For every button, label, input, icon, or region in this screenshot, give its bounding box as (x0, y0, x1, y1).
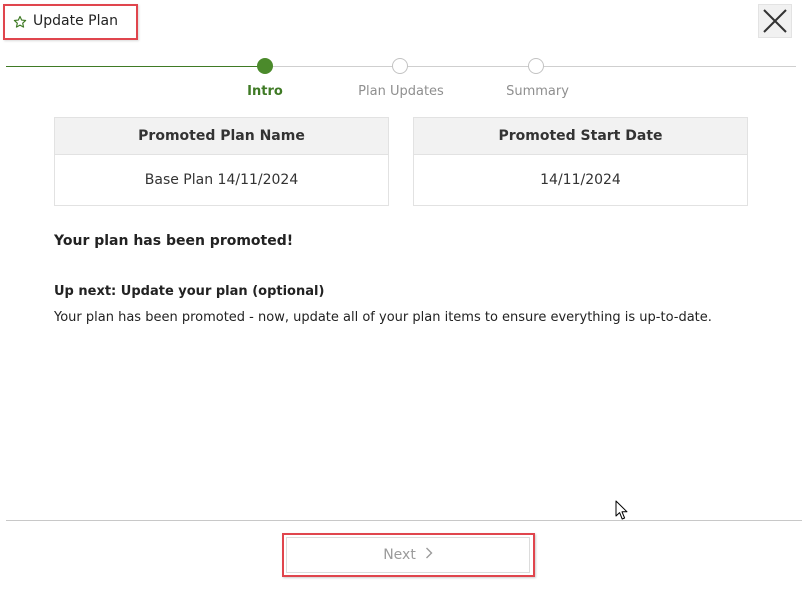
promoted-start-date-value: 14/11/2024 (540, 171, 621, 188)
promoted-start-date-table: Promoted Start Date 14/11/2024 (413, 117, 748, 206)
mouse-cursor-icon (615, 500, 628, 525)
promoted-plan-name-value: Base Plan 14/11/2024 (144, 171, 299, 188)
star-outline-icon (13, 14, 27, 28)
promoted-start-date-header: Promoted Start Date (414, 118, 747, 155)
promoted-plan-name-header: Promoted Plan Name (55, 118, 388, 155)
step-dot-plan-updates (392, 58, 408, 74)
step-label-plan-updates: Plan Updates (358, 84, 444, 99)
stepper-progress-line (6, 66, 265, 67)
up-next-heading: Up next: Update your plan (optional) (54, 284, 325, 299)
promoted-message: Your plan has been promoted! (54, 233, 294, 249)
close-button[interactable] (758, 4, 792, 38)
next-button[interactable]: Next (286, 537, 530, 573)
step-dot-intro (257, 58, 273, 74)
chevron-right-icon (425, 547, 433, 563)
next-button-label: Next (383, 547, 416, 563)
footer-divider (6, 520, 802, 521)
dialog-title-highlight: Update Plan (3, 4, 138, 40)
close-icon (763, 9, 787, 33)
promoted-plan-name-table: Promoted Plan Name Base Plan 14/11/2024 (54, 117, 389, 206)
dialog-title: Update Plan (33, 13, 118, 29)
step-label-summary: Summary (506, 84, 569, 99)
up-next-description: Your plan has been promoted - now, updat… (54, 310, 712, 325)
step-label-intro: Intro (247, 84, 283, 99)
step-dot-summary (528, 58, 544, 74)
